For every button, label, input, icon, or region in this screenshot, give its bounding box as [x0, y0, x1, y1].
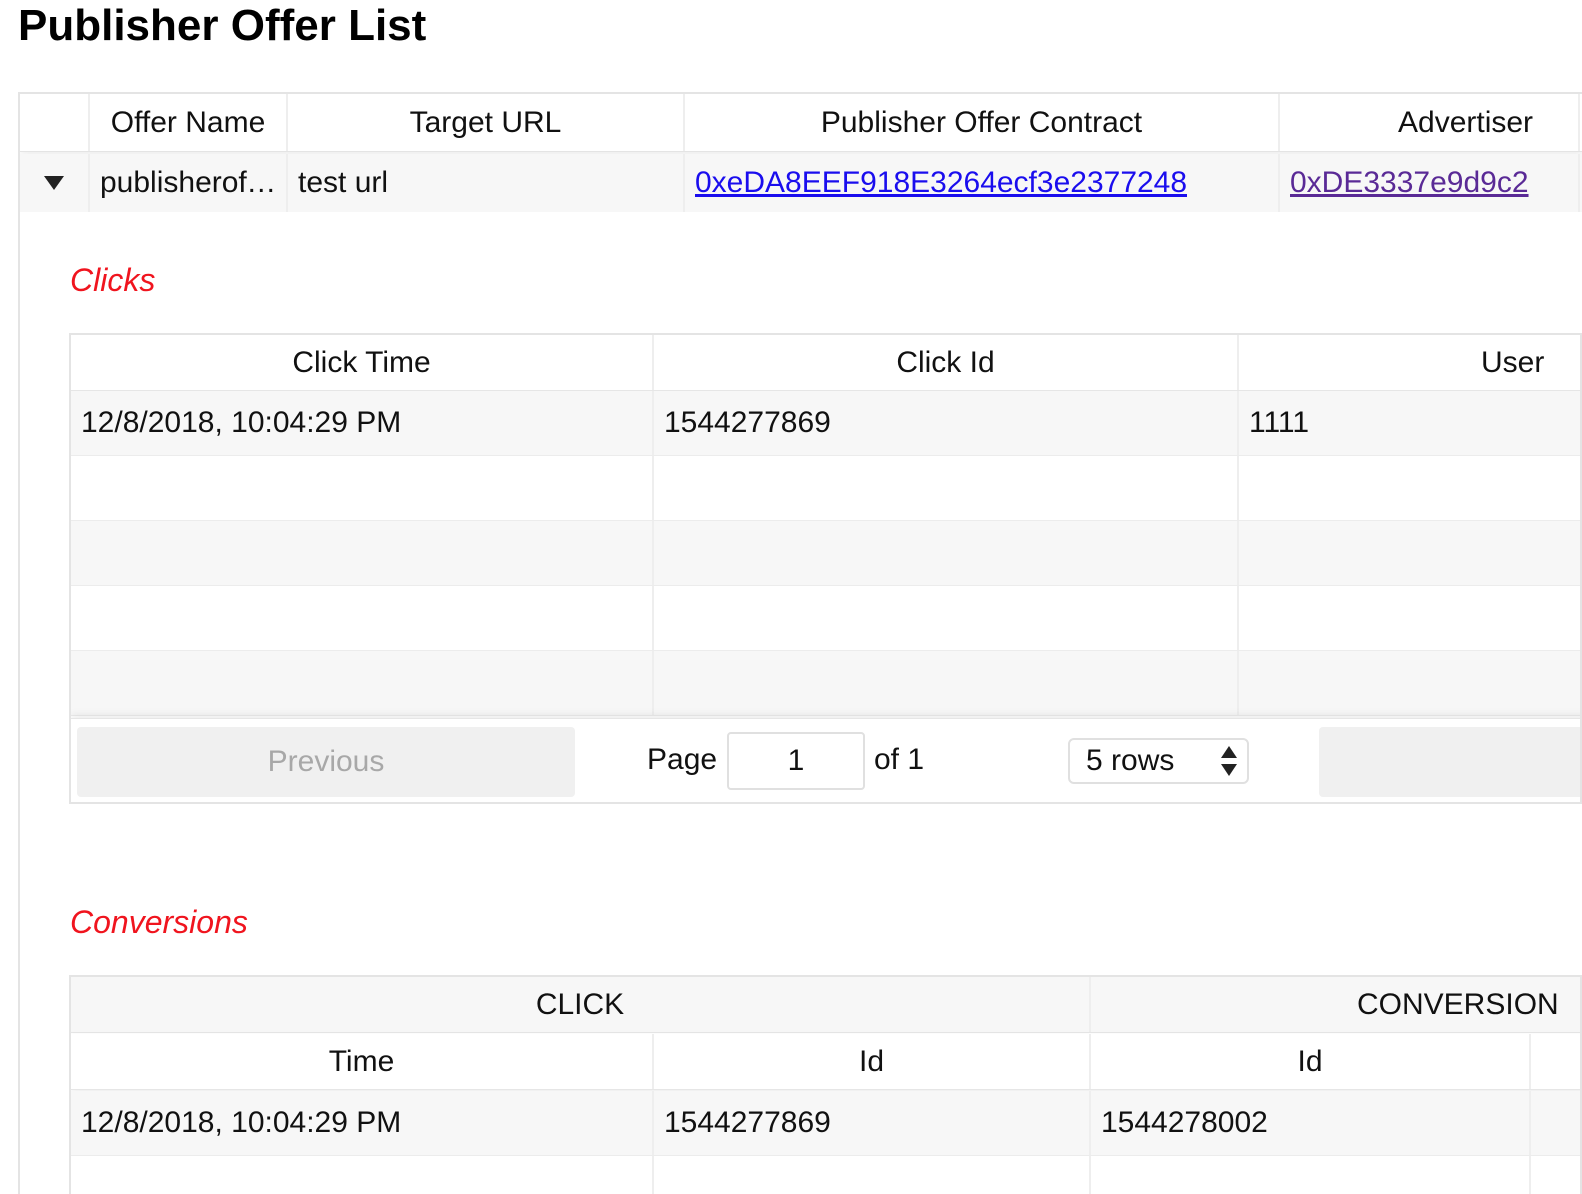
- table-row: [71, 521, 1580, 586]
- column-header-target-url[interactable]: Target URL: [288, 94, 685, 151]
- select-arrows-icon: [1221, 746, 1239, 778]
- empty-cell: [1239, 586, 1580, 650]
- empty-cell: [1531, 1156, 1580, 1194]
- rows-per-page-select[interactable]: 5 rows: [1068, 738, 1249, 784]
- page-label: Page: [647, 743, 718, 776]
- empty-cell: [654, 586, 1239, 650]
- offer-row[interactable]: publisheroffer test url 0xeDA8EEF918E326…: [20, 154, 1582, 212]
- target-url-text: test url: [298, 166, 389, 199]
- click-time-cell: 12/8/2018, 10:04:29 PM: [71, 391, 654, 455]
- empty-cell: [654, 521, 1239, 585]
- clicks-section-title: Clicks: [70, 262, 156, 298]
- column-header-overflow: [1531, 1034, 1580, 1089]
- conversion-click-time-cell: 12/8/2018, 10:04:29 PM: [71, 1091, 654, 1155]
- click-id-cell: 1544277869: [654, 391, 1239, 455]
- empty-cell: [1531, 1091, 1580, 1155]
- conversions-section-title: Conversions: [70, 904, 248, 940]
- empty-cell: [1091, 1156, 1531, 1194]
- column-header-click-id[interactable]: Click Id: [654, 335, 1239, 390]
- empty-cell: [71, 521, 654, 585]
- empty-cell: [71, 651, 654, 715]
- table-row[interactable]: 12/8/2018, 10:04:29 PM 1544277869 154427…: [71, 1091, 1580, 1156]
- group-header-click: CLICK: [71, 977, 1091, 1032]
- caret-down-icon[interactable]: [44, 176, 64, 190]
- column-header-advertiser[interactable]: Advertiser: [1280, 94, 1580, 151]
- offer-table-header: Offer Name Target URL Publisher Offer Co…: [20, 94, 1582, 152]
- user-cell: 1111: [1239, 391, 1580, 455]
- table-row: [71, 651, 1580, 716]
- conversion-click-id-cell: 1544277869: [654, 1091, 1091, 1155]
- target-url-cell: test url: [288, 154, 685, 212]
- empty-cell: [71, 586, 654, 650]
- column-header-click-id[interactable]: Id: [654, 1034, 1091, 1089]
- column-header-click-time[interactable]: Click Time: [71, 335, 654, 390]
- page-count-label: of 1: [874, 743, 925, 776]
- table-row: [71, 586, 1580, 651]
- empty-cell: [654, 456, 1239, 520]
- contract-link[interactable]: 0xeDA8EEF918E3264ecf3e2377248: [695, 166, 1187, 200]
- advertiser-cell: 0xDE3337e9d9c2: [1280, 154, 1580, 212]
- empty-cell: [71, 456, 654, 520]
- empty-cell: [1239, 456, 1580, 520]
- empty-cell: [71, 1156, 654, 1194]
- contract-cell: 0xeDA8EEF918E3264ecf3e2377248: [685, 154, 1280, 212]
- conversions-group-header: CLICK CONVERSION: [71, 977, 1580, 1033]
- page-title: Publisher Offer List: [18, 1, 427, 50]
- advertiser-link[interactable]: 0xDE3337e9d9c2: [1290, 166, 1529, 200]
- table-row[interactable]: 12/8/2018, 10:04:29 PM 1544277869 1111: [71, 391, 1580, 456]
- conversions-table-header: Time Id Id: [71, 1034, 1580, 1090]
- clicks-table: Click Time Click Id User 12/8/2018, 10:0…: [69, 333, 1582, 804]
- empty-cell: [1239, 521, 1580, 585]
- expander-header: [20, 94, 90, 151]
- table-row: [71, 456, 1580, 521]
- empty-cell: [1239, 651, 1580, 715]
- column-header-time[interactable]: Time: [71, 1034, 654, 1089]
- column-header-user[interactable]: User: [1239, 335, 1580, 390]
- group-header-conversion: CONVERSION: [1091, 977, 1580, 1032]
- rows-per-page-value: 5 rows: [1086, 744, 1175, 777]
- conversion-id-cell: 1544278002: [1091, 1091, 1531, 1155]
- page-number-input[interactable]: [727, 732, 865, 790]
- next-button[interactable]: [1319, 727, 1580, 797]
- column-header-offer-name[interactable]: Offer Name: [90, 94, 288, 151]
- empty-cell: [654, 651, 1239, 715]
- previous-button[interactable]: Previous: [77, 727, 575, 797]
- row-expander[interactable]: [20, 154, 90, 212]
- offer-name-text: publisheroffer: [100, 166, 278, 199]
- pagination-bar: Previous Page of 1 5 rows: [71, 718, 1580, 802]
- conversions-table: CLICK CONVERSION Time Id Id 12/8/2018, 1…: [69, 975, 1582, 1194]
- clicks-table-header: Click Time Click Id User: [71, 335, 1580, 391]
- column-header-publisher-offer-contract[interactable]: Publisher Offer Contract: [685, 94, 1280, 151]
- table-row: [71, 1156, 1580, 1194]
- column-header-conversion-id[interactable]: Id: [1091, 1034, 1531, 1089]
- offer-name-cell: publisheroffer: [90, 154, 288, 212]
- empty-cell: [654, 1156, 1091, 1194]
